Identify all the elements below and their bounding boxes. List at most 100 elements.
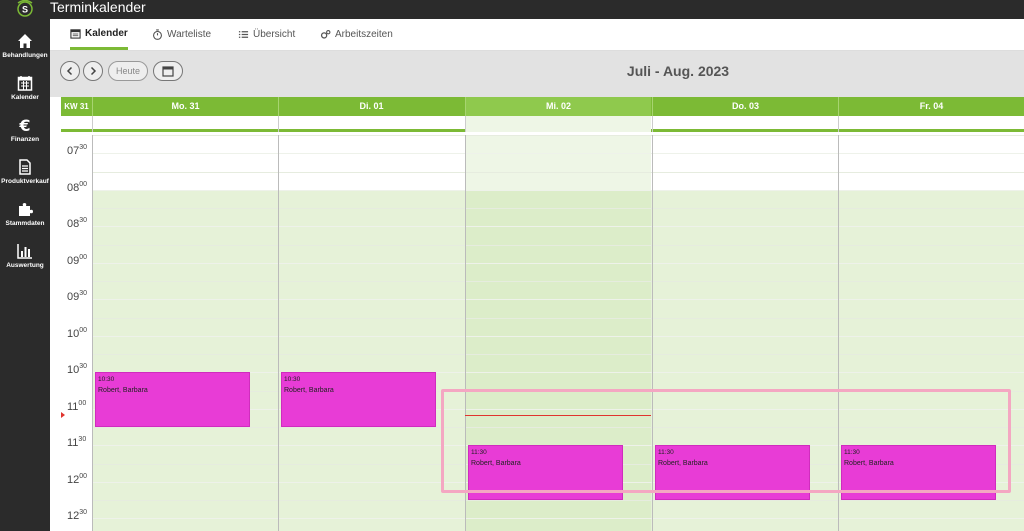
tab-label: Arbeitszeiten <box>335 29 393 40</box>
chevron-right-icon <box>90 66 97 76</box>
grid-line <box>92 281 1024 282</box>
tab-label: Kalender <box>85 27 128 39</box>
tab-arbeitszeiten[interactable]: Arbeitszeiten <box>320 19 393 50</box>
sidebar-item-kalender[interactable]: Kalender <box>0 75 50 115</box>
appointment-time: 11:30 <box>844 449 860 457</box>
tab-kalender[interactable]: Kalender <box>70 19 128 50</box>
time-label: 0730 <box>67 144 88 158</box>
appointment-name: Robert, Barbara <box>284 387 334 395</box>
grid-line <box>92 427 1024 428</box>
grid-line <box>92 208 1024 209</box>
sidebar-item-label: Kalender <box>11 94 39 101</box>
appointment-time: 10:30 <box>284 376 301 384</box>
sidebar: Behandlungen Kalender € Finanzen Produkt… <box>0 19 50 531</box>
day-header[interactable]: Fr. 04 <box>838 97 1024 116</box>
app-logo-icon[interactable]: S <box>14 0 36 17</box>
calendar-icon <box>17 76 33 91</box>
day-header[interactable]: Mo. 31 <box>92 97 278 116</box>
time-label: 1100 <box>67 399 87 413</box>
appointment-time: 11:30 <box>658 449 674 457</box>
tab-warteliste[interactable]: Warteliste <box>152 19 211 50</box>
tab-label: Übersicht <box>253 29 296 40</box>
sidebar-item-produktverkauf[interactable]: Produktverkauf <box>0 159 50 199</box>
sidebar-item-label: Stammdaten <box>5 220 45 227</box>
appointment[interactable]: 10:30 Robert, Barbara <box>95 372 250 427</box>
previous-button[interactable] <box>60 61 80 81</box>
grid-line <box>92 500 1024 501</box>
week-number: KW 31 <box>64 102 89 111</box>
grid-line <box>92 135 1024 136</box>
appointment[interactable]: 11:30 Robert, Barbara <box>468 445 623 500</box>
today-button[interactable]: Heute <box>108 61 148 81</box>
tab-bar: Kalender Warteliste Übersicht Arbeitszei… <box>50 19 1024 51</box>
stopwatch-icon <box>153 29 162 40</box>
appointment-time: 11:30 <box>471 449 487 457</box>
sidebar-item-stammdaten[interactable]: Stammdaten <box>0 201 50 241</box>
column-divider <box>838 116 839 132</box>
appointment[interactable]: 11:30 Robert, Barbara <box>655 445 810 500</box>
list-icon <box>238 31 249 38</box>
period-title: Juli - Aug. 2023 <box>626 63 730 79</box>
grid-line <box>92 153 1024 155</box>
time-label: 1030 <box>67 363 88 377</box>
grid-line <box>92 244 1024 246</box>
grid-line <box>92 299 1024 301</box>
time-label: 0900 <box>67 253 88 267</box>
current-time-marker <box>61 411 65 418</box>
appointment-time: 10:30 <box>98 376 115 384</box>
date-picker-button[interactable] <box>153 61 183 81</box>
grid-line <box>92 335 1024 337</box>
grid-line <box>92 354 1024 355</box>
document-icon <box>19 159 31 175</box>
allday-row[interactable] <box>61 116 1024 132</box>
appointment[interactable]: 10:30 Robert, Barbara <box>281 372 436 427</box>
appointment[interactable]: 11:30 Robert, Barbara <box>841 445 996 500</box>
sidebar-item-behandlungen[interactable]: Behandlungen <box>0 33 50 73</box>
time-label: 0800 <box>67 180 88 194</box>
sidebar-item-auswertung[interactable]: Auswertung <box>0 243 50 283</box>
grid-line <box>92 317 1024 319</box>
grid-line <box>92 171 1024 173</box>
tab-uebersicht[interactable]: Übersicht <box>238 19 295 50</box>
today-allday-cell <box>466 116 651 132</box>
grid-line <box>92 262 1024 264</box>
today-column-offhours <box>465 135 651 190</box>
appointment-name: Robert, Barbara <box>471 460 521 468</box>
gears-icon <box>320 30 331 39</box>
calendar-icon <box>70 28 81 39</box>
sidebar-item-finanzen[interactable]: € Finanzen <box>0 117 50 157</box>
day-header[interactable]: Do. 03 <box>652 97 838 116</box>
tab-label: Warteliste <box>167 29 212 40</box>
grid-line <box>92 189 1024 191</box>
appointment-name: Robert, Barbara <box>844 460 894 468</box>
time-label: 0830 <box>67 217 88 231</box>
grid-line <box>92 226 1024 228</box>
calendar-icon <box>162 66 174 77</box>
column-divider <box>92 135 93 531</box>
home-icon <box>18 34 32 48</box>
column-divider <box>838 135 839 531</box>
grid-line <box>92 518 1024 520</box>
top-bar: S Terminkalender <box>0 0 1024 19</box>
day-header[interactable]: Mi. 02 <box>465 97 651 116</box>
bar-chart-icon <box>17 244 32 259</box>
euro-icon: € <box>18 117 30 133</box>
time-label: 1200 <box>67 472 88 486</box>
time-label: 1230 <box>67 509 88 523</box>
svg-text:S: S <box>22 5 28 15</box>
column-divider <box>278 116 279 132</box>
sidebar-item-label: Auswertung <box>6 262 44 269</box>
column-divider <box>278 135 279 531</box>
appointment-name: Robert, Barbara <box>98 387 148 395</box>
chevron-left-icon <box>66 66 73 76</box>
appointment-name: Robert, Barbara <box>658 460 708 468</box>
day-header[interactable]: Di. 01 <box>278 97 464 116</box>
svg-text:€: € <box>18 117 30 133</box>
sidebar-item-label: Produktverkauf <box>1 178 49 185</box>
time-label: 1000 <box>67 326 88 340</box>
calendar-header: KW 31 Mo. 31 Di. 01 Mi. 02 Do. 03 Fr. 04 <box>61 97 1024 116</box>
column-divider <box>652 116 653 132</box>
next-button[interactable] <box>83 61 103 81</box>
time-grid[interactable]: 0730 0800 0830 0900 0930 1000 1030 1100 1130 1200… <box>61 135 1024 531</box>
time-label: 0930 <box>67 290 88 304</box>
